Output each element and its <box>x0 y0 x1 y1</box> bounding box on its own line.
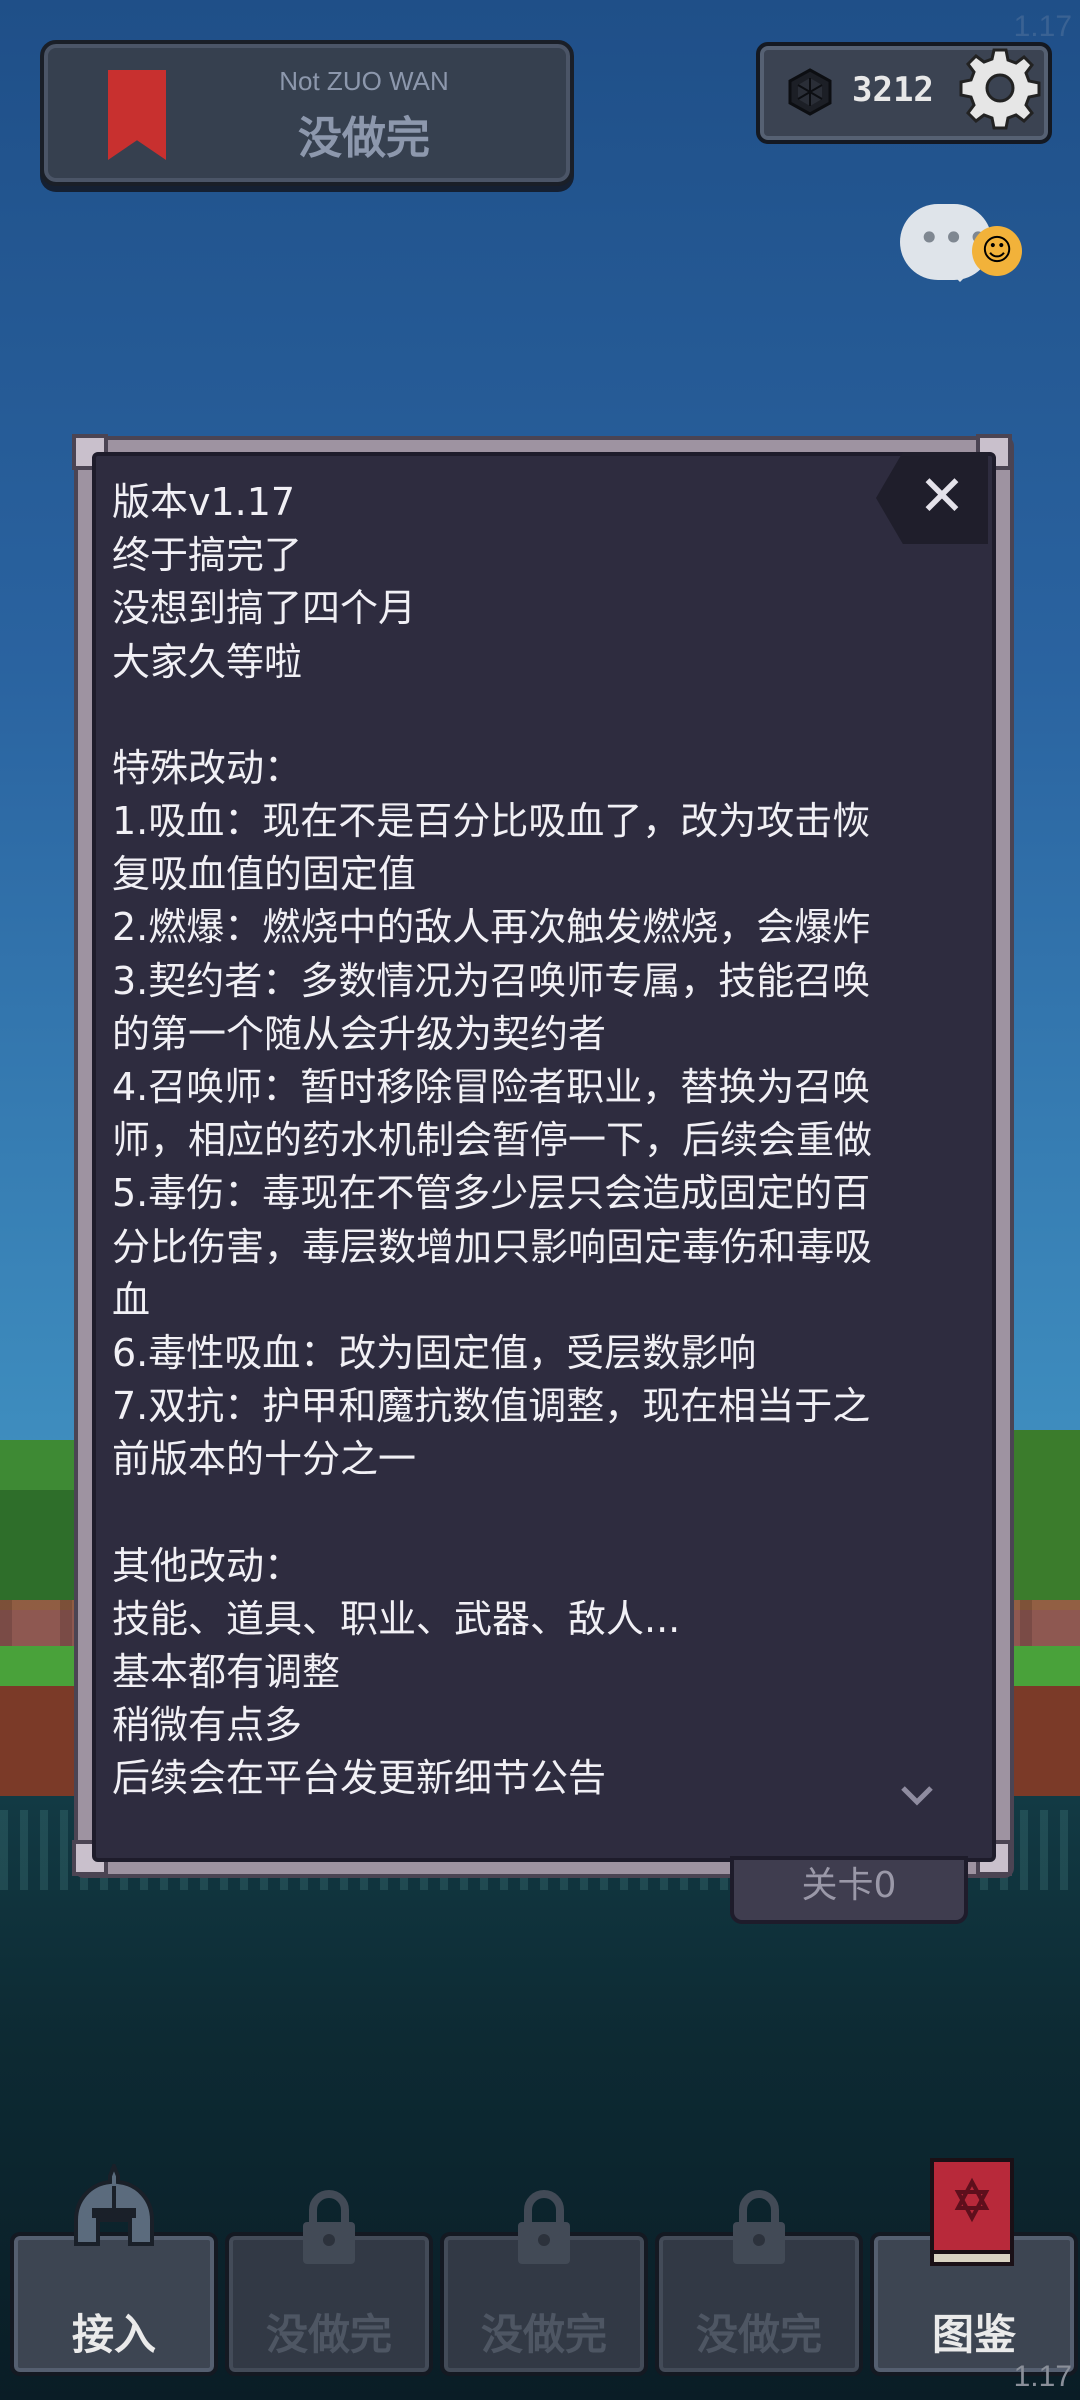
lock-icon <box>303 2190 355 2264</box>
smiley-icon: ☺ <box>972 226 1022 276</box>
notice-line: 稍微有点多 <box>112 1703 303 1748</box>
version-watermark: 1.17 <box>1013 10 1072 43</box>
notice-line: 复吸血值的固定值 <box>112 852 417 897</box>
currency-value: 3212 <box>852 70 934 110</box>
notice-line: 血 <box>112 1277 151 1322</box>
notice-line: 4.召唤师：暂时移除冒险者职业，替换为召唤 <box>112 1065 871 1110</box>
chevron-down-icon[interactable] <box>897 1780 937 1810</box>
notice-line: 特殊改动： <box>112 745 303 790</box>
notice-line: 分比伤害，毒层数增加只影响固定毒伤和毒吸 <box>112 1224 873 1269</box>
nav-locked-button-3[interactable]: 没做完 <box>655 2190 863 2376</box>
version-label: 1.17 <box>1013 2360 1072 2393</box>
nav-connect-button[interactable]: 接入 <box>10 2164 218 2376</box>
nav-label: 没做完 <box>480 2310 607 2359</box>
helmet-icon <box>74 2164 154 2246</box>
notice-line: 技能、道具、职业、武器、敌人... <box>112 1596 681 1641</box>
notice-line: 的第一个随从会升级为契约者 <box>112 1011 607 1056</box>
notice-line: 没想到搞了四个月 <box>112 586 417 631</box>
notice-line <box>112 689 932 742</box>
notice-line: 7.双抗：护甲和魔抗数值调整，现在相当于之 <box>112 1384 871 1429</box>
bookmark-icon <box>108 70 166 160</box>
notice-line: 后续会在平台发更新细节公告 <box>112 1756 607 1801</box>
nav-label: 没做完 <box>265 2310 392 2359</box>
nav-label: 没做完 <box>695 2310 822 2359</box>
stage-button[interactable]: 关卡0 <box>730 1856 968 1924</box>
notice-line: 5.毒伤：毒现在不管多少层只会造成固定的百 <box>112 1171 871 1216</box>
gem-icon <box>788 68 832 116</box>
notice-text[interactable]: 版本v1.17 终于搞完了没想到搞了四个月 大家久等啦特殊改动： 1.吸血：现在不是百… <box>112 476 932 1816</box>
lock-icon <box>518 2190 570 2264</box>
notice-line: 3.契约者：多数情况为召唤师专属，技能召唤 <box>112 958 871 1003</box>
notice-line: 1.吸血：现在不是百分比吸血了，改为攻击恢 <box>112 799 871 844</box>
notice-line: 师，相应的药水机制会暂停一下，后续会重做 <box>112 1118 873 1163</box>
gear-icon[interactable] <box>958 46 1042 130</box>
game-title: 没做完 <box>298 113 430 164</box>
notice-line: 2.燃爆：燃烧中的敌人再次触发燃烧，会爆炸 <box>112 905 871 950</box>
book-icon <box>930 2158 1014 2266</box>
notice-line: 终于搞完了 <box>112 533 303 578</box>
notice-line: 大家久等啦 <box>112 639 303 684</box>
lock-icon <box>733 2190 785 2264</box>
notice-line: 基本都有调整 <box>112 1650 341 1695</box>
nav-label: 接入 <box>71 2310 156 2359</box>
game-subtitle: Not ZUO WAN <box>279 66 449 96</box>
nav-codex-button[interactable]: 图鉴 <box>870 2158 1078 2376</box>
notice-line: 其他改动： <box>112 1543 303 1588</box>
game-title-plate[interactable]: Not ZUO WAN 没做完 <box>40 40 574 186</box>
notice-line <box>112 1487 932 1540</box>
notice-line: 6.毒性吸血：改为固定值，受层数影响 <box>112 1331 757 1376</box>
nav-label: 图鉴 <box>931 2310 1016 2359</box>
notice-line: 版本v1.17 <box>112 480 296 524</box>
nav-locked-button-2[interactable]: 没做完 <box>440 2190 648 2376</box>
nav-locked-button-1[interactable]: 没做完 <box>225 2190 433 2376</box>
notice-line: 前版本的十分之一 <box>112 1437 417 1482</box>
